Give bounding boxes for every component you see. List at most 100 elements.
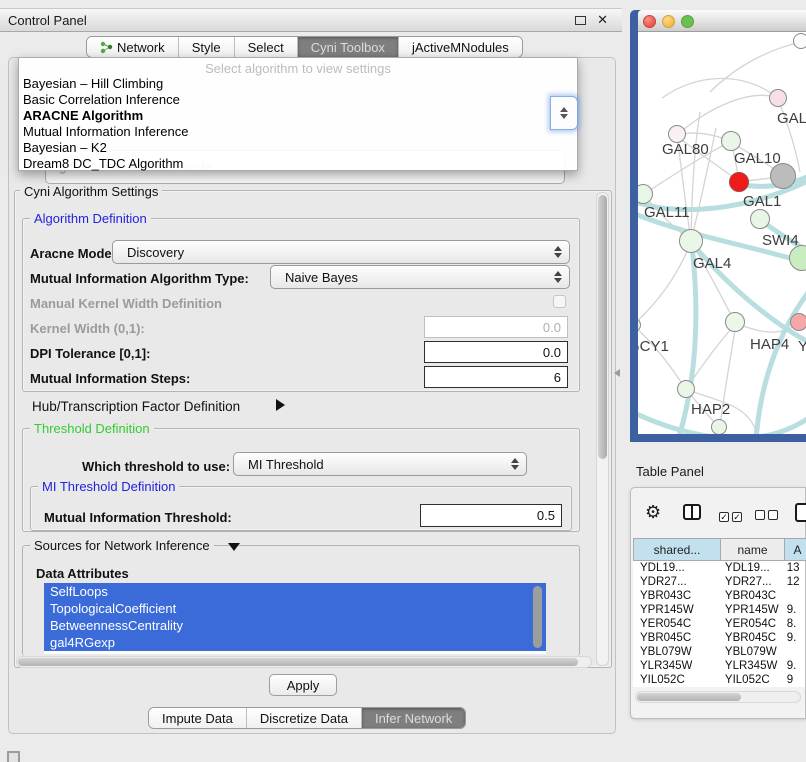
unchecked-boxes-icon[interactable] [755,507,778,525]
dropdown-item[interactable]: Bayesian – Hill Climbing [23,76,163,91]
table-cell: YIL052C [718,673,780,687]
which-threshold-value: MI Threshold [234,457,504,472]
kernel-width-input[interactable]: 0.0 [424,316,568,338]
bottom-tab-infer-network[interactable]: Infer Network [361,708,465,728]
attribute-list-item[interactable]: gal4RGexp [44,634,546,651]
network-node-label: GAL1 [743,193,781,210]
table-row[interactable]: YPR145WYPR145W9. [633,603,805,617]
network-node-gal[interactable] [769,89,787,107]
zoom-light-icon[interactable] [681,15,694,28]
algorithm-combo-fragment[interactable] [550,96,578,130]
kernel-width-label: Kernel Width (0,1): [30,321,145,336]
attribute-list-item[interactable]: TopologicalCoefficient [44,600,546,617]
dropdown-item[interactable]: Basic Correlation Inference [23,92,180,107]
settings-scrollbar-thumb[interactable] [598,195,607,459]
network-node-hap4[interactable] [725,312,745,332]
table-row[interactable]: YDR27...YDR27...12 [633,575,805,589]
gear-icon[interactable]: ⚙ [645,502,661,523]
combo-up-arrow-icon [560,107,568,112]
tab-label: Style [192,40,221,55]
apply-button[interactable]: Apply [269,674,337,696]
attributes-scrollbar-thumb[interactable] [533,586,542,648]
bottom-tab-discretize-data[interactable]: Discretize Data [246,708,361,728]
mi-steps-input[interactable]: 6 [424,366,568,388]
dropdown-item[interactable]: ARACNE Algorithm [23,108,143,123]
aracne-mode-combo[interactable]: Discovery [112,240,570,264]
tab-cyni-toolbox[interactable]: Cyni Toolbox [297,37,398,57]
checked-boxes-icon[interactable]: ✓✓ [719,507,742,525]
network-node-gal4[interactable] [679,229,703,253]
table-cell: YER054C [718,617,780,631]
table-hscrollbar-thumb[interactable] [637,693,741,701]
settings-hscrollbar-thumb[interactable] [18,658,578,666]
attribute-list-item[interactable]: SelfLoops [44,583,546,600]
table-row[interactable]: YDL19...YDL19...13 [633,561,805,575]
network-node-y[interactable] [790,313,806,331]
corner-grip-icon[interactable] [7,751,20,762]
dropdown-item[interactable]: Bayesian – K2 [23,140,107,155]
tab-jactivemnodules[interactable]: jActiveMNodules [398,37,522,57]
bottom-tab-impute-data[interactable]: Impute Data [149,708,246,728]
network-node-label: GAL80 [662,141,709,158]
table-cell: 13 [780,561,805,575]
tab-label: jActiveMNodules [412,40,509,55]
network-window-titlebar[interactable] [638,10,806,32]
close-light-icon[interactable] [643,15,656,28]
table-row[interactable]: YER054CYER054C8. [633,617,805,631]
table-cell [780,589,805,603]
table-cell: 9. [780,603,805,617]
float-window-icon[interactable] [575,16,586,25]
aracne-mode-value: Discovery [113,245,547,260]
network-view-window: GALGAL80GAL10GAL1SWI4GAL11GAL4GCY1HAP4YH… [630,10,806,442]
sources-collapse-icon[interactable] [228,543,240,551]
tab-style[interactable]: Style [178,37,234,57]
column-header-name[interactable]: name [721,538,785,561]
cyni-bottom-tabs: Impute Data Discretize Data Infer Network [148,707,466,729]
bottom-tab-label: Discretize Data [260,711,348,726]
network-node-hap2[interactable] [677,380,695,398]
table-panel: ⚙ ✓✓ shared...nameA YDL19...YDL19...13YD… [630,487,806,719]
table-cell: YPR145W [633,603,718,617]
which-threshold-combo[interactable]: MI Threshold [233,452,527,476]
network-node-gal1[interactable] [729,172,749,192]
network-node[interactable] [711,419,727,434]
attribute-list-item[interactable]: BetweennessCentrality [44,617,546,634]
app-root: Control Panel ✕ NetworkStyleSelectCyni T… [0,0,806,762]
splitter-handle-icon[interactable] [614,369,620,377]
network-node-gal10[interactable] [721,131,741,151]
clipped-icon[interactable] [795,503,806,522]
column-header-A[interactable]: A [785,538,806,561]
table-row[interactable]: YBL079WYBL079W [633,645,805,659]
mi-threshold-input[interactable]: 0.5 [420,504,562,527]
data-attributes-list: SelfLoopsTopologicalCoefficientBetweenne… [44,583,546,654]
table-cell: YDL19... [718,561,780,575]
threshold-title: Threshold Definition [30,421,154,436]
network-node-swi4[interactable] [750,209,770,229]
network-node[interactable] [770,163,796,189]
hub-section-toggle[interactable]: Hub/Transcription Factor Definition [32,399,240,414]
column-header-shared[interactable]: shared... [633,538,721,561]
table-row[interactable]: YBR045CYBR045C9. [633,631,805,645]
dpi-tolerance-input[interactable]: 0.0 [424,341,568,363]
minimize-light-icon[interactable] [662,15,675,28]
mi-type-combo[interactable]: Naive Bayes [270,265,570,289]
table-cell [780,645,805,659]
network-canvas[interactable]: GALGAL80GAL10GAL1SWI4GAL11GAL4GCY1HAP4YH… [638,32,806,434]
network-node[interactable] [793,33,806,49]
tab-select[interactable]: Select [234,37,297,57]
dropdown-item[interactable]: Mutual Information Inference [23,124,188,139]
close-window-icon[interactable]: ✕ [597,12,608,28]
table-row[interactable]: YIL052CYIL052C9 [633,673,805,687]
manual-kernel-checkbox[interactable] [553,295,566,308]
network-node-label: GAL10 [734,150,781,167]
table-cell: YBR045C [718,631,780,645]
tab-network[interactable]: Network [87,37,178,57]
split-columns-icon[interactable] [683,504,701,520]
dropdown-item[interactable]: Dream8 DC_TDC Algorithm [23,156,183,171]
table-row[interactable]: YLR345WYLR345W9. [633,659,805,673]
table-row[interactable]: YBR043CYBR043C [633,589,805,603]
network-node-label: GAL [777,110,806,127]
control-panel-tabs: Network Style SelectCyni Toolbox jActiveMNo… [86,36,523,58]
hub-expand-icon[interactable] [276,399,285,411]
data-attributes-label: Data Attributes [36,566,129,581]
